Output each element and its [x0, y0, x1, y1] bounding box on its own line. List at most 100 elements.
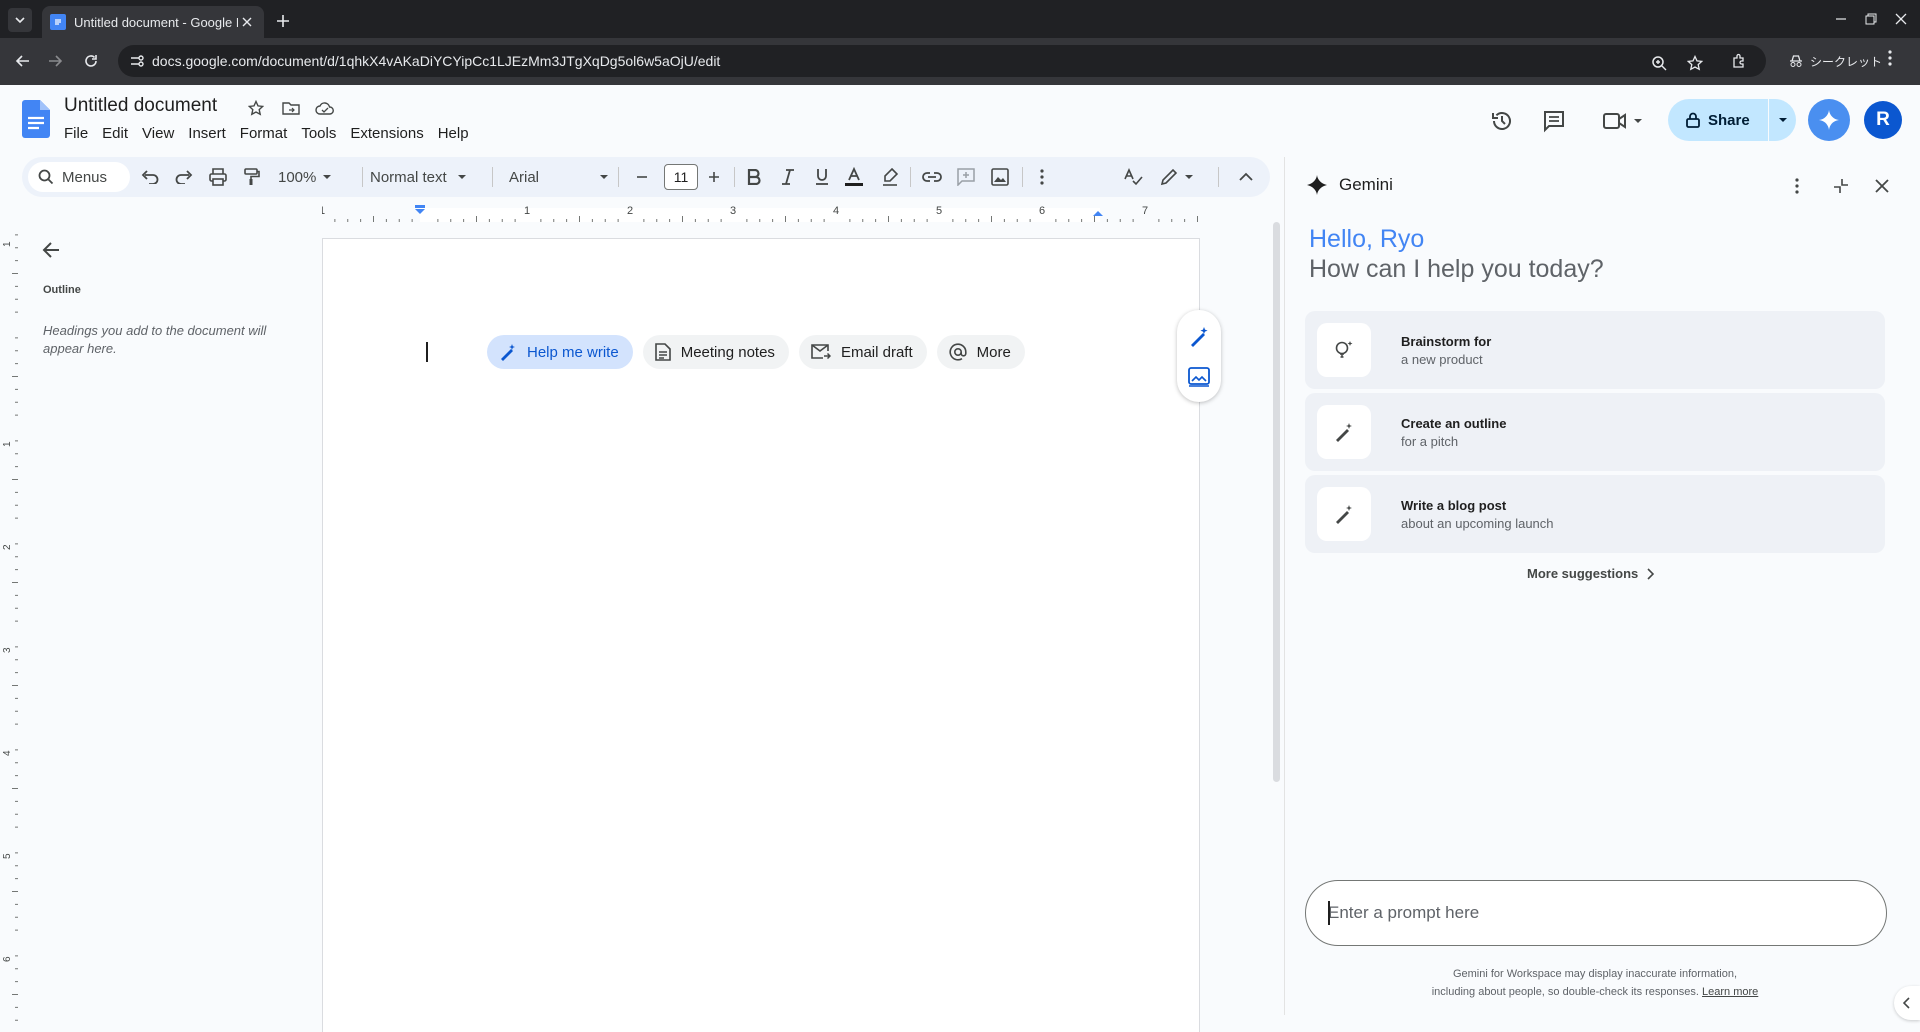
- vertical-ruler[interactable]: 1 1 2 3 4 5 6: [0, 222, 18, 1032]
- hide-menus-icon[interactable]: [1234, 165, 1258, 189]
- chrome-menu-icon[interactable]: [1888, 50, 1892, 66]
- italic-icon[interactable]: [776, 165, 800, 189]
- gemini-panel-header: Gemini: [1285, 157, 1905, 213]
- back-icon[interactable]: [10, 48, 36, 74]
- menu-view[interactable]: View: [136, 123, 180, 144]
- cloud-saved-icon[interactable]: [314, 97, 336, 119]
- tab-search-button[interactable]: [8, 8, 32, 32]
- paragraph-style-select[interactable]: Normal text: [370, 164, 467, 190]
- forward-icon[interactable]: [42, 48, 68, 74]
- outline-heading: Outline: [43, 284, 81, 296]
- meeting-notes-chip[interactable]: Meeting notes: [642, 335, 789, 369]
- undo-icon[interactable]: [138, 165, 162, 189]
- redo-icon[interactable]: [172, 165, 196, 189]
- incognito-indicator[interactable]: シークレット: [1776, 47, 1894, 75]
- restore-icon[interactable]: [1860, 8, 1882, 30]
- close-outline-back-icon[interactable]: [42, 242, 60, 258]
- gemini-prompt-input[interactable]: [1328, 897, 1858, 929]
- collapse-panel-icon[interactable]: [1828, 173, 1854, 199]
- gemini-toggle-button[interactable]: [1808, 99, 1850, 141]
- text-cursor: [1328, 901, 1330, 925]
- zoom-select[interactable]: 100%: [278, 164, 332, 190]
- increase-font-size-icon[interactable]: [702, 165, 726, 189]
- email-draft-chip[interactable]: Email draft: [798, 335, 927, 369]
- menu-extensions[interactable]: Extensions: [344, 123, 429, 144]
- caret-down-icon: [1778, 118, 1787, 122]
- help-me-write-side-icon[interactable]: [1188, 326, 1210, 348]
- paragraph-style-value: Normal text: [370, 168, 447, 186]
- menu-edit[interactable]: Edit: [96, 123, 134, 144]
- more-suggestions-link[interactable]: More suggestions: [1527, 566, 1655, 581]
- site-info-icon[interactable]: [128, 52, 146, 70]
- reload-icon[interactable]: [78, 48, 104, 74]
- close-tab-icon[interactable]: [238, 13, 256, 31]
- move-folder-icon[interactable]: [280, 97, 302, 119]
- document-title[interactable]: Untitled document: [64, 95, 217, 117]
- account-avatar[interactable]: R: [1864, 101, 1902, 139]
- omnibox[interactable]: docs.google.com/document/d/1qhkX4vAKaDiY…: [118, 45, 1766, 77]
- toolbar-divider: [492, 167, 493, 187]
- close-panel-icon[interactable]: [1869, 173, 1895, 199]
- insert-image-icon[interactable]: [988, 165, 1012, 189]
- horizontal-ruler[interactable]: 1 1 2 3 4 5 6 7: [322, 202, 1200, 222]
- spellcheck-icon[interactable]: [1122, 165, 1146, 189]
- more-chip[interactable]: More: [936, 335, 1025, 369]
- search-menus-label: Menus: [62, 168, 108, 186]
- version-history-icon[interactable]: [1484, 103, 1520, 139]
- font-select[interactable]: Arial: [509, 164, 609, 190]
- paint-format-icon[interactable]: [240, 165, 264, 189]
- minimize-icon[interactable]: [1830, 8, 1852, 30]
- text-color-icon[interactable]: [842, 165, 866, 189]
- extensions-icon[interactable]: [1726, 48, 1752, 74]
- star-icon[interactable]: [245, 97, 267, 119]
- meet-button[interactable]: [1596, 103, 1650, 139]
- gemini-side-panel: Gemini Hello, Ryo How can I help you tod…: [1284, 157, 1904, 1015]
- share-dropdown-button[interactable]: [1769, 115, 1796, 125]
- gemini-more-options-icon[interactable]: [1784, 173, 1810, 199]
- bold-icon[interactable]: [742, 165, 766, 189]
- gemini-sparkle-icon: [1819, 110, 1839, 130]
- help-me-write-chip[interactable]: Help me write: [487, 335, 633, 369]
- close-window-icon[interactable]: [1890, 8, 1912, 30]
- add-comment-icon[interactable]: [954, 165, 978, 189]
- menu-tools[interactable]: Tools: [295, 123, 342, 144]
- suggestion-title: Create an outline: [1401, 415, 1507, 431]
- search-menus-button[interactable]: Menus: [28, 162, 130, 192]
- caret-down-icon: [1634, 119, 1642, 123]
- learn-more-link[interactable]: Learn more: [1702, 986, 1758, 998]
- menu-file[interactable]: File: [58, 123, 94, 144]
- highlight-color-icon[interactable]: [878, 165, 902, 189]
- underline-icon[interactable]: [810, 165, 834, 189]
- print-icon[interactable]: [206, 165, 230, 189]
- decrease-font-size-icon[interactable]: [630, 165, 654, 189]
- zoom-icon[interactable]: [1648, 52, 1670, 74]
- menu-format[interactable]: Format: [234, 123, 294, 144]
- first-line-indent-marker[interactable]: [415, 205, 425, 208]
- suggestion-card-outline[interactable]: Create an outline for a pitch: [1305, 393, 1885, 471]
- side-panel-expand-button[interactable]: [1894, 986, 1920, 1020]
- caret-down-icon: [600, 175, 608, 179]
- font-size-input[interactable]: 11: [664, 164, 698, 190]
- document-scrollbar[interactable]: [1273, 222, 1280, 782]
- pencil-icon: [1160, 168, 1178, 186]
- image-sparkle-icon[interactable]: [1188, 366, 1210, 387]
- ruler-number: 7: [1142, 205, 1148, 217]
- bookmark-star-icon[interactable]: [1684, 52, 1706, 74]
- new-tab-icon[interactable]: [272, 10, 294, 32]
- menu-insert[interactable]: Insert: [182, 123, 232, 144]
- editing-mode-select[interactable]: [1160, 164, 1194, 190]
- docs-logo-icon[interactable]: [22, 100, 50, 138]
- document-page[interactable]: Help me write Meeting notes Email draft …: [322, 238, 1200, 1032]
- insert-link-icon[interactable]: [920, 165, 944, 189]
- more-options-icon[interactable]: [1030, 165, 1054, 189]
- suggestion-card-brainstorm[interactable]: Brainstorm for a new product: [1305, 311, 1885, 389]
- browser-tab[interactable]: Untitled document - Google Docs: [42, 6, 264, 38]
- suggestion-card-blog-post[interactable]: Write a blog post about an upcoming laun…: [1305, 475, 1885, 553]
- gemini-prompt-box[interactable]: [1305, 880, 1887, 946]
- incognito-label: シークレット: [1810, 54, 1883, 69]
- ruler-number: 4: [833, 205, 839, 217]
- menu-help[interactable]: Help: [432, 123, 475, 144]
- comments-icon[interactable]: [1536, 103, 1572, 139]
- share-button[interactable]: Share: [1668, 112, 1768, 129]
- suggestion-subtitle: about an upcoming launch: [1401, 515, 1554, 531]
